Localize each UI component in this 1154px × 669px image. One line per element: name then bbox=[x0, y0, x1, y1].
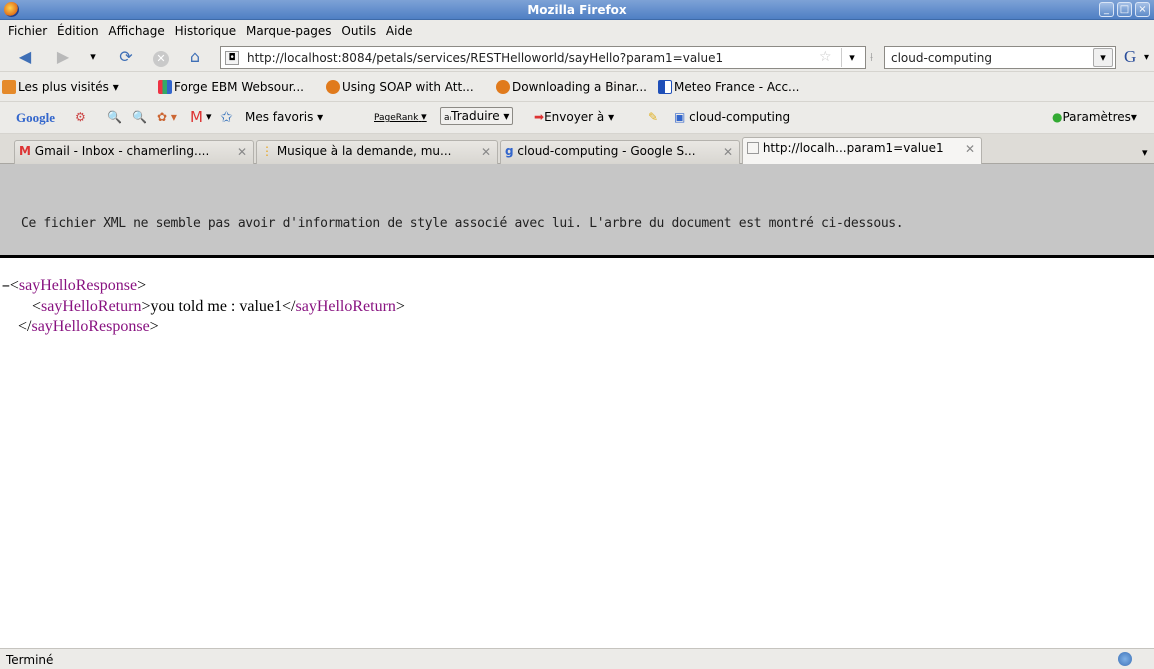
ebm-icon bbox=[158, 80, 172, 94]
gmail-dropdown-icon[interactable]: ▾ bbox=[206, 110, 212, 123]
tab-musique[interactable]: ⋮ Musique à la demande, mu... ✕ bbox=[256, 140, 498, 164]
site-favicon-icon bbox=[496, 80, 510, 94]
status-text: Terminé bbox=[6, 653, 54, 667]
close-tab-icon[interactable]: ✕ bbox=[965, 142, 975, 156]
xml-root-open: −<sayHelloResponse> bbox=[2, 277, 147, 294]
parametres-button[interactable]: ●Paramètres▾ bbox=[1052, 110, 1137, 124]
close-tab-icon[interactable]: ✕ bbox=[237, 145, 247, 159]
collapse-toggle[interactable]: − bbox=[2, 279, 10, 294]
maximize-window-button[interactable]: □ bbox=[1117, 2, 1132, 17]
gmail-favicon-icon: M bbox=[19, 144, 31, 158]
navigation-toolbar: ◀ ▶ ▾ ⟳ ✕ ⌂ ◘ http://localhost:8084/peta… bbox=[0, 42, 1154, 72]
site-favicon-icon bbox=[326, 80, 340, 94]
bookmark-star-icon[interactable]: ☆ bbox=[819, 49, 832, 65]
search-dropdown-button[interactable]: ▾ bbox=[1093, 48, 1113, 67]
page-content: Ce fichier XML ne semble pas avoir d'inf… bbox=[0, 164, 1154, 648]
envoyer-button[interactable]: ➡Envoyer à ▾ bbox=[534, 110, 614, 124]
url-dropdown-button[interactable]: ▾ bbox=[841, 48, 862, 67]
xml-child-element: <sayHelloReturn>you told me : value1</sa… bbox=[32, 298, 405, 315]
settings-dot-icon: ● bbox=[1052, 110, 1063, 124]
search-term-icon: ▣ bbox=[674, 110, 686, 124]
search-page-icon[interactable]: 🔍 bbox=[132, 110, 147, 124]
tab-list-dropdown-icon[interactable]: ▾ bbox=[1142, 146, 1148, 159]
tab-gmail[interactable]: M Gmail - Inbox - chamerling.... ✕ bbox=[14, 140, 254, 164]
gadget-icon[interactable]: ✿ ▾ bbox=[157, 110, 177, 124]
history-dropdown-button[interactable]: ▾ bbox=[86, 48, 100, 66]
music-favicon-icon: ⋮ bbox=[261, 144, 273, 158]
network-activity-icon bbox=[1118, 652, 1132, 666]
status-bar: Terminé bbox=[0, 648, 1154, 669]
search-engine-icon[interactable]: G bbox=[1124, 47, 1136, 67]
close-tab-icon[interactable]: ✕ bbox=[481, 145, 491, 159]
traduire-button[interactable]: aᵢTraduire ▾ bbox=[440, 107, 514, 125]
search-box[interactable]: cloud-computing ▾ bbox=[884, 46, 1116, 69]
back-button[interactable]: ◀ bbox=[14, 48, 36, 66]
bookmark-meteo-france[interactable]: Meteo France - Acc... bbox=[658, 80, 799, 94]
google-logo[interactable]: Google bbox=[16, 110, 55, 126]
close-tab-icon[interactable]: ✕ bbox=[723, 145, 733, 159]
favorite-star-icon[interactable]: ✩ bbox=[220, 108, 233, 126]
search-term-button[interactable]: ▣ cloud-computing bbox=[674, 110, 790, 124]
window-titlebar: Mozilla Firefox _ □ × bbox=[0, 0, 1154, 20]
menu-marque-pages[interactable]: Marque-pages bbox=[243, 20, 335, 38]
menu-outils[interactable]: Outils bbox=[338, 20, 379, 38]
url-bar[interactable]: ◘ http://localhost:8084/petals/services/… bbox=[220, 46, 866, 69]
meteo-france-icon bbox=[658, 80, 672, 94]
google-tool-icon[interactable]: ⚙ bbox=[75, 110, 86, 124]
menu-affichage[interactable]: Affichage bbox=[105, 20, 167, 38]
menu-historique[interactable]: Historique bbox=[172, 20, 240, 38]
forward-button[interactable]: ▶ bbox=[52, 48, 74, 66]
search-input[interactable]: cloud-computing bbox=[891, 51, 992, 65]
bookmark-forge-ebm[interactable]: Forge EBM Websour... bbox=[158, 80, 304, 94]
pagerank-button[interactable]: PageRank ▾ bbox=[374, 110, 427, 123]
search-separator-icon: ⟊ bbox=[870, 50, 874, 64]
reload-button[interactable]: ⟳ bbox=[115, 48, 137, 66]
bookmark-les-plus-visites[interactable]: Les plus visités ▾ bbox=[2, 80, 119, 94]
close-window-button[interactable]: × bbox=[1135, 2, 1150, 17]
site-identity-icon[interactable]: ◘ bbox=[225, 51, 239, 65]
folder-icon bbox=[2, 80, 16, 94]
highlighter-icon[interactable]: ✎ bbox=[648, 110, 658, 124]
xml-root-close: </sayHelloResponse> bbox=[18, 318, 159, 335]
bookmark-using-soap[interactable]: Using SOAP with Att... bbox=[326, 80, 474, 94]
xml-notice-text: Ce fichier XML ne semble pas avoir d'inf… bbox=[21, 216, 904, 231]
tab-localhost-active[interactable]: http://localh...param1=value1 ✕ bbox=[742, 137, 982, 164]
stop-button[interactable]: ✕ bbox=[151, 48, 171, 67]
search-site-icon[interactable]: 🔍 bbox=[107, 110, 122, 124]
page-favicon-icon bbox=[747, 142, 759, 154]
menu-fichier[interactable]: Fichier bbox=[5, 20, 50, 38]
search-engine-dropdown-icon[interactable]: ▾ bbox=[1144, 52, 1149, 63]
tab-cloud-computing[interactable]: g cloud-computing - Google S... ✕ bbox=[500, 140, 740, 164]
minimize-window-button[interactable]: _ bbox=[1099, 2, 1114, 17]
google-favicon-icon: g bbox=[505, 144, 514, 158]
xml-child-text: you told me : value1 bbox=[150, 298, 283, 315]
url-text[interactable]: http://localhost:8084/petals/services/RE… bbox=[247, 51, 723, 65]
xml-style-notice: Ce fichier XML ne semble pas avoir d'inf… bbox=[0, 164, 1154, 258]
menu-edition[interactable]: Édition bbox=[54, 20, 102, 38]
send-arrow-icon: ➡ bbox=[534, 110, 545, 124]
menu-bar: Fichier Édition Affichage Historique Mar… bbox=[0, 20, 1154, 42]
bookmark-downloading-binar[interactable]: Downloading a Binar... bbox=[496, 80, 647, 94]
menu-aide[interactable]: Aide bbox=[383, 20, 416, 38]
mes-favoris-button[interactable]: Mes favoris ▾ bbox=[245, 110, 323, 124]
gmail-icon[interactable]: M bbox=[190, 108, 203, 126]
window-title: Mozilla Firefox bbox=[527, 3, 627, 17]
xml-tree: −<sayHelloResponse> <sayHelloReturn>you … bbox=[2, 276, 405, 337]
home-button[interactable]: ⌂ bbox=[184, 48, 206, 66]
